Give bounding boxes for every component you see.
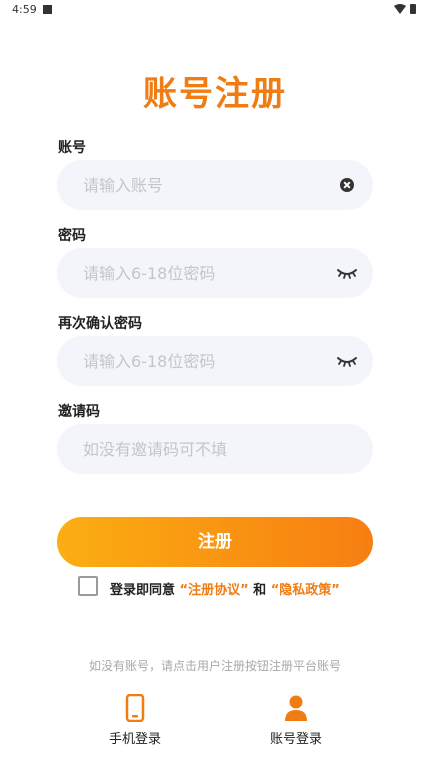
- password-field-container: [57, 248, 373, 298]
- confirm-password-label: 再次确认密码: [58, 316, 142, 332]
- battery-icon: [410, 4, 416, 14]
- agreement-prefix: 登录即同意: [110, 583, 180, 598]
- notification-icon: [43, 5, 52, 14]
- invite-code-label: 邀请码: [58, 404, 100, 420]
- confirm-password-input[interactable]: [83, 336, 333, 386]
- account-login-tab[interactable]: 账号登录: [251, 694, 341, 747]
- agreement-checkbox[interactable]: [78, 576, 98, 596]
- register-hint: 如没有账号，请点击用户注册按钮注册平台账号: [88, 659, 341, 673]
- page-title: 账号注册: [143, 74, 287, 114]
- confirm-password-field-container: [57, 336, 373, 386]
- privacy-link[interactable]: “隐私政策”: [271, 583, 340, 598]
- account-label: 账号: [58, 140, 86, 156]
- password-input[interactable]: [83, 248, 333, 298]
- wifi-icon: [394, 4, 406, 14]
- eye-closed-icon[interactable]: [336, 266, 358, 280]
- invite-code-input[interactable]: [83, 424, 333, 474]
- status-time: 4:59: [12, 3, 37, 16]
- user-icon: [285, 695, 307, 721]
- account-input[interactable]: [83, 160, 333, 210]
- clear-icon[interactable]: [340, 178, 354, 192]
- password-label: 密码: [58, 228, 86, 244]
- invite-code-field-container: [57, 424, 373, 474]
- eye-closed-icon[interactable]: [336, 354, 358, 368]
- register-button[interactable]: 注册: [57, 517, 373, 567]
- account-field-container: [57, 160, 373, 210]
- terms-link[interactable]: “注册协议”: [180, 583, 249, 598]
- agreement-connector: 和: [248, 583, 271, 598]
- account-login-label: 账号登录: [269, 732, 322, 747]
- status-bar: 4:59: [0, 0, 430, 22]
- phone-login-label: 手机登录: [108, 732, 161, 747]
- phone-login-tab[interactable]: 手机登录: [90, 694, 180, 747]
- phone-icon: [125, 694, 145, 722]
- agreement-text: 登录即同意 “注册协议” 和 “隐私政策”: [110, 579, 340, 598]
